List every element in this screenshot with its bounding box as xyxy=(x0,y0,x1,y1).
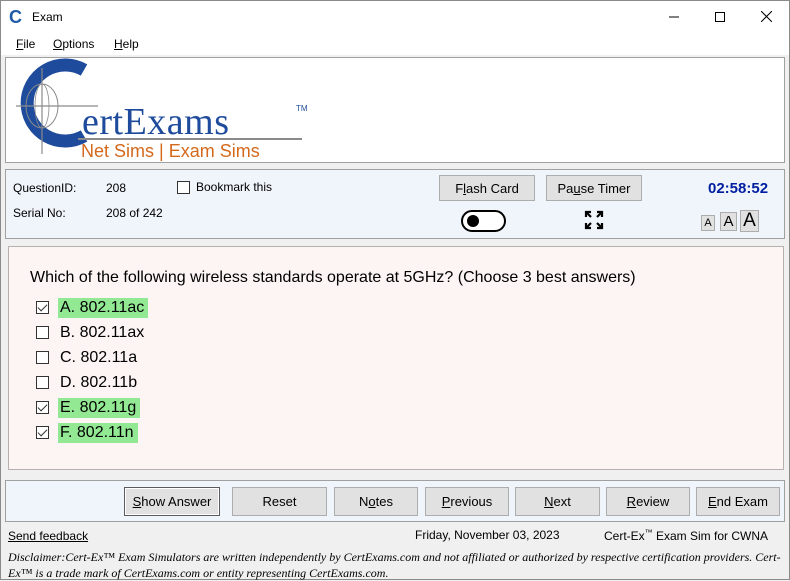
notes-label-pre: N xyxy=(359,494,369,509)
serial-label: Serial No: xyxy=(13,206,66,220)
end-exam-rest: nd Exam xyxy=(716,494,768,509)
mode-toggle-switch[interactable] xyxy=(461,210,506,232)
flash-card-button[interactable]: Flash Card xyxy=(439,175,535,201)
previous-label: Previous xyxy=(442,494,493,509)
end-exam-accel: E xyxy=(708,494,717,509)
show-answer-rest: how Answer xyxy=(141,494,212,509)
next-button[interactable]: Next xyxy=(515,487,600,516)
next-rest: ext xyxy=(553,494,571,509)
end-exam-button[interactable]: End Exam xyxy=(696,487,780,516)
menu-help[interactable]: Help xyxy=(114,37,139,51)
bookmark-checkbox-box[interactable] xyxy=(177,181,190,194)
end-exam-label: End Exam xyxy=(708,494,768,509)
close-button[interactable] xyxy=(743,1,789,32)
option-a-checkbox[interactable] xyxy=(36,301,49,314)
option-b-checkbox[interactable] xyxy=(36,326,49,339)
option-f-label[interactable]: F. 802.11n xyxy=(58,423,138,443)
font-size-small-button[interactable]: A xyxy=(701,215,715,231)
toggle-knob xyxy=(467,215,479,227)
logo-tagline: Net Sims | Exam Sims xyxy=(81,141,260,161)
logo-underline xyxy=(78,138,302,140)
notes-button[interactable]: Notes xyxy=(334,487,418,516)
notes-label-rest: tes xyxy=(375,494,393,509)
review-rest: eview xyxy=(636,494,670,509)
notes-label-accel: o xyxy=(368,494,376,509)
menu-file-rest: ile xyxy=(23,37,36,51)
question-text: Which of the following wireless standard… xyxy=(30,269,636,286)
product-name-tm: ™ xyxy=(644,528,653,537)
option-e-label[interactable]: E. 802.11g xyxy=(58,398,141,418)
minimize-button[interactable] xyxy=(651,1,697,32)
pause-timer-label-pre: Pa xyxy=(557,180,574,196)
pause-timer-label-accel: u xyxy=(573,180,581,196)
exam-timer: 02:58:52 xyxy=(708,180,769,197)
option-d-checkbox[interactable] xyxy=(36,376,49,389)
app-icon: C xyxy=(9,7,22,27)
current-date: Friday, November 03, 2023 xyxy=(415,528,560,542)
product-name-post: Exam Sim for CWNA xyxy=(652,529,769,543)
product-name-pre: Cert-Ex xyxy=(604,529,645,543)
pause-timer-label: Pause Timer xyxy=(558,181,631,196)
menu-help-accel: H xyxy=(114,37,123,51)
option-b-label[interactable]: B. 802.11ax xyxy=(58,323,148,343)
show-answer-accel: S xyxy=(132,494,142,509)
question-id-value: 208 xyxy=(106,181,127,195)
flash-card-label-pre: F xyxy=(455,180,464,196)
option-f-checkbox[interactable] xyxy=(36,426,49,439)
expand-icon[interactable] xyxy=(584,210,604,230)
reset-button[interactable]: Reset xyxy=(232,487,327,516)
window-title: Exam xyxy=(32,10,63,24)
bookmark-checkbox[interactable]: Bookmark this xyxy=(177,180,287,196)
flash-card-label: Flash Card xyxy=(455,181,519,196)
show-answer-button[interactable]: Show Answer xyxy=(124,487,220,516)
product-name: Cert-Ex™ Exam Sim for CWNA xyxy=(604,528,768,543)
next-label: Next xyxy=(544,494,571,509)
navigation-panel: Show Answer Reset Notes Previous Next Re… xyxy=(5,480,785,522)
previous-button[interactable]: Previous xyxy=(425,487,509,516)
previous-rest: revious xyxy=(450,494,493,509)
close-icon xyxy=(760,11,772,22)
logo-banner: ertExams TM Net Sims | Exam Sims xyxy=(5,57,785,163)
option-c-label[interactable]: C. 802.11a xyxy=(58,348,141,368)
send-feedback-link[interactable]: Send feedback xyxy=(8,529,88,543)
pause-timer-label-rest: se Timer xyxy=(580,180,631,196)
font-size-medium-button[interactable]: A xyxy=(720,212,737,231)
option-a-label[interactable]: A. 802.11ac xyxy=(58,298,149,318)
maximize-button[interactable] xyxy=(697,1,743,32)
review-button[interactable]: Review xyxy=(606,487,690,516)
logo-trademark: TM xyxy=(296,104,308,113)
menu-help-rest: elp xyxy=(122,37,139,51)
font-size-large-button[interactable]: A xyxy=(740,210,759,232)
menu-options-rest: ptions xyxy=(62,37,95,51)
question-info-panel: QuestionID: 208 Serial No: 208 of 242 Bo… xyxy=(5,169,785,239)
option-d-label[interactable]: D. 802.11b xyxy=(58,373,141,393)
question-id-label: QuestionID: xyxy=(13,181,77,195)
exam-window: C Exam File Options Help ertExams TM Net… xyxy=(0,0,790,580)
flash-card-label-rest: ash Card xyxy=(466,180,519,196)
minimize-icon xyxy=(669,16,679,17)
option-e-checkbox[interactable] xyxy=(36,401,49,414)
menu-file[interactable]: File xyxy=(16,37,35,51)
menu-options-accel: O xyxy=(53,37,63,51)
menu-bar: File Options Help xyxy=(1,33,789,55)
review-accel: R xyxy=(626,494,637,509)
next-accel: N xyxy=(544,494,554,509)
option-c-checkbox[interactable] xyxy=(36,351,49,364)
notes-label: Notes xyxy=(359,494,393,509)
menu-options[interactable]: Options xyxy=(53,37,94,51)
serial-value: 208 of 242 xyxy=(106,206,163,220)
bookmark-label: Bookmark this xyxy=(196,180,273,194)
show-answer-label: Show Answer xyxy=(133,494,212,509)
disclaimer-text: Disclaimer:Cert-Ex™ Exam Simulators are … xyxy=(8,550,781,580)
review-label: Review xyxy=(627,494,670,509)
question-panel: Which of the following wireless standard… xyxy=(8,246,784,470)
maximize-icon xyxy=(715,11,725,22)
pause-timer-button[interactable]: Pause Timer xyxy=(546,175,642,201)
title-bar[interactable]: C Exam xyxy=(1,1,789,33)
